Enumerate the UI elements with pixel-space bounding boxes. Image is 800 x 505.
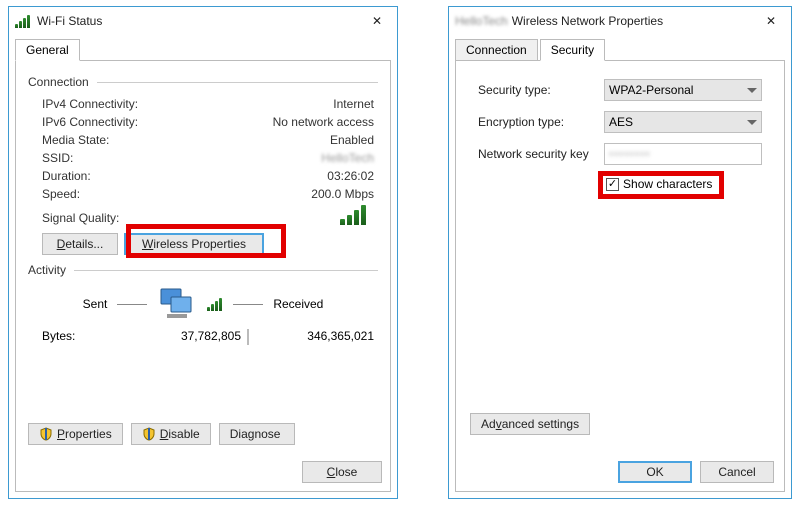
encryption-type-combo[interactable]: AES	[604, 111, 762, 133]
tab-connection[interactable]: Connection	[455, 39, 538, 61]
security-type-label: Security type:	[478, 83, 604, 97]
section-label: Activity	[28, 263, 66, 277]
ipv6-label: IPv6 Connectivity:	[42, 115, 172, 129]
properties-button[interactable]: Properties	[28, 423, 123, 445]
ipv4-label: IPv4 Connectivity:	[42, 97, 172, 111]
chevron-down-icon	[747, 120, 757, 125]
show-characters-checkbox[interactable]	[606, 178, 619, 191]
details-button[interactable]: Details...	[42, 233, 118, 255]
ssid-label: SSID:	[42, 151, 172, 165]
tab-security[interactable]: Security	[540, 39, 605, 61]
network-key-label: Network security key	[478, 147, 604, 161]
activity-signal-icon	[207, 297, 223, 311]
security-type-value: WPA2-Personal	[609, 83, 693, 97]
tab-general[interactable]: General	[15, 39, 80, 61]
show-characters-label: Show characters	[623, 177, 712, 191]
ssid-value: HelloTech	[172, 151, 378, 165]
encryption-type-label: Encryption type:	[478, 115, 604, 129]
wireless-properties-window: HelloTech Wireless Network Properties ✕ …	[448, 6, 792, 499]
duration-label: Duration:	[42, 169, 172, 183]
ipv6-value: No network access	[172, 115, 378, 129]
bytes-received-value: 346,365,021	[249, 329, 374, 345]
wifi-status-window: Wi-Fi Status ✕ General Connection IPv4 C…	[8, 6, 398, 499]
ipv4-value: Internet	[172, 97, 378, 111]
section-activity: Activity	[28, 263, 378, 277]
tab-body: Connection IPv4 Connectivity:Internet IP…	[15, 61, 391, 492]
shield-icon	[142, 427, 156, 441]
signal-quality-icon	[340, 205, 368, 225]
close-button[interactable]: ✕	[757, 11, 785, 31]
titlebar: Wi-Fi Status ✕	[9, 7, 397, 35]
bytes-sent-value: 37,782,805	[122, 329, 247, 345]
network-key-value: ••••••••	[609, 147, 651, 161]
wireless-properties-button[interactable]: Wireless Properties	[124, 233, 264, 255]
tabstrip: General	[15, 37, 391, 61]
media-value: Enabled	[172, 133, 378, 147]
encryption-type-value: AES	[609, 115, 633, 129]
ok-button[interactable]: OK	[618, 461, 692, 483]
bytes-label: Bytes:	[42, 329, 122, 345]
signal-label: Signal Quality:	[42, 211, 172, 225]
sent-label: Sent	[83, 297, 108, 311]
received-label: Received	[273, 297, 323, 311]
security-type-combo[interactable]: WPA2-Personal	[604, 79, 762, 101]
close-button[interactable]: ✕	[363, 11, 391, 31]
media-label: Media State:	[42, 133, 172, 147]
wifi-icon	[15, 14, 31, 28]
window-title: Wireless Network Properties	[512, 14, 757, 28]
disable-button[interactable]: Disable	[131, 423, 211, 445]
speed-value: 200.0 Mbps	[172, 187, 378, 201]
section-connection: Connection	[28, 75, 378, 89]
speed-label: Speed:	[42, 187, 172, 201]
network-key-input[interactable]: ••••••••	[604, 143, 762, 165]
activity-monitor-icon	[157, 287, 197, 321]
window-title: Wi-Fi Status	[37, 14, 363, 28]
close-dialog-button[interactable]: Close	[302, 461, 382, 483]
titlebar: HelloTech Wireless Network Properties ✕	[449, 7, 791, 35]
tab-body: Security type: WPA2-Personal Encryption …	[455, 61, 785, 492]
window-title-prefix: HelloTech	[455, 14, 508, 28]
shield-icon	[39, 427, 53, 441]
diagnose-button[interactable]: Diagnose	[219, 423, 295, 445]
advanced-settings-button[interactable]: Advanced settings	[470, 413, 590, 435]
section-label: Connection	[28, 75, 89, 89]
chevron-down-icon	[747, 88, 757, 93]
tabstrip: Connection Security	[455, 37, 785, 61]
duration-value: 03:26:02	[172, 169, 378, 183]
cancel-button[interactable]: Cancel	[700, 461, 774, 483]
